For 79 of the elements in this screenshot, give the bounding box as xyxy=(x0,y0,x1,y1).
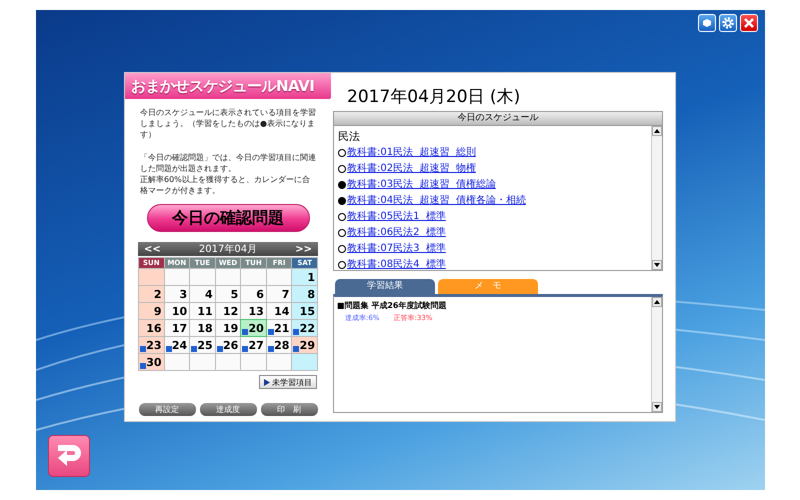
calendar-day xyxy=(164,269,190,285)
cube-icon[interactable] xyxy=(698,14,716,32)
schedule-link[interactable]: 教科書:05民法1 標準 xyxy=(347,209,446,225)
intro-text: 「今日の確認問題」では、今日の学習項目に関連した問題が出題されます。 xyxy=(140,152,316,174)
calendar-day[interactable]: 17 xyxy=(164,320,190,336)
result-title: ■問題集 平成26年度試験問題 xyxy=(337,300,448,311)
play-icon xyxy=(264,378,270,386)
calendar-day[interactable]: 20 xyxy=(241,320,266,336)
calendar-day[interactable]: 30 xyxy=(139,354,164,370)
schedule-link[interactable]: 教科書:06民法2 標準 xyxy=(347,225,446,241)
calendar-day[interactable]: 22 xyxy=(292,320,317,336)
calendar-day xyxy=(190,269,215,285)
date-heading: 2017年04月20日 (木) xyxy=(347,86,522,107)
calendar-day xyxy=(292,354,317,370)
schedule-link[interactable]: 教科書:03民法 超速習 債権総論 xyxy=(347,177,496,193)
calendar-day xyxy=(266,269,292,285)
calendar-day[interactable]: 14 xyxy=(266,303,292,319)
quiz-button[interactable]: 今日の確認問題 xyxy=(146,204,310,232)
scroll-up-button[interactable] xyxy=(652,126,662,136)
calendar-day xyxy=(190,354,215,370)
calendar-day xyxy=(241,269,266,285)
calendar-day[interactable]: 3 xyxy=(164,286,190,302)
previous-month-button[interactable]: << xyxy=(144,244,161,254)
calendar-day xyxy=(139,269,164,285)
calendar-day[interactable]: 4 xyxy=(190,286,215,302)
calendar-day xyxy=(164,354,190,370)
calendar-day[interactable]: 24 xyxy=(164,337,190,353)
schedule-header: 今日のスケジュール xyxy=(333,111,663,126)
intro-text: 正解率60%以上を獲得すると、カレンダーに合格マークが付きます。 xyxy=(140,174,311,196)
scroll-bar[interactable] xyxy=(651,297,662,412)
calendar-day[interactable]: 7 xyxy=(266,286,292,302)
calendar-day[interactable]: 5 xyxy=(216,286,240,302)
schedule-link[interactable]: 教科書:04民法 超速習 債権各論・相続 xyxy=(347,193,526,209)
calendar-day[interactable]: 26 xyxy=(216,337,240,353)
action-button[interactable]: 印 刷 xyxy=(260,403,318,416)
calendar-day[interactable]: 25 xyxy=(190,337,215,353)
scroll-down-button[interactable] xyxy=(652,402,662,412)
calendar-day[interactable]: 18 xyxy=(190,320,215,336)
scroll-up-button[interactable] xyxy=(652,297,662,307)
tab[interactable]: 学習結果 xyxy=(335,279,435,294)
return-arrow-icon xyxy=(55,443,83,469)
calendar-day[interactable]: 2 xyxy=(139,286,164,302)
calendar-day[interactable]: 11 xyxy=(190,303,215,319)
calendar-day[interactable]: 9 xyxy=(139,303,164,319)
calendar-day[interactable]: 29 xyxy=(292,337,317,353)
calendar-day xyxy=(266,354,292,370)
scroll-down-button[interactable] xyxy=(652,260,662,270)
action-button[interactable]: 達成度 xyxy=(200,403,256,416)
action-button[interactable]: 再設定 xyxy=(138,403,196,416)
calendar-day[interactable]: 8 xyxy=(292,286,317,302)
close-icon[interactable] xyxy=(740,14,758,32)
calendar-day[interactable]: 16 xyxy=(139,320,164,336)
scroll-bar[interactable] xyxy=(651,126,662,270)
schedule-link[interactable]: 教科書:08民法4 標準 xyxy=(347,257,446,273)
calendar-day[interactable]: 13 xyxy=(241,303,266,319)
calendar-day[interactable]: 15 xyxy=(292,303,317,319)
schedule-link[interactable]: 教科書:01民法 超速習 総則 xyxy=(347,145,476,161)
schedule-link[interactable]: 教科書:07民法3 標準 xyxy=(347,241,446,257)
calendar-day[interactable]: 27 xyxy=(241,337,266,353)
calendar-day[interactable]: 23 xyxy=(139,337,164,353)
calendar-day[interactable]: 12 xyxy=(216,303,240,319)
calendar-day xyxy=(216,269,240,285)
calendar-day[interactable]: 6 xyxy=(241,286,266,302)
intro-text: 今日のスケジュールに表示されている項目を学習しましょう。（学習をしたものは●表示になります） xyxy=(140,107,316,140)
calendar-day[interactable]: 19 xyxy=(216,320,240,336)
next-month-button[interactable]: >> xyxy=(295,244,312,254)
unstudied-button[interactable]: 未学習項目 xyxy=(259,375,317,389)
calendar-day[interactable]: 10 xyxy=(164,303,190,319)
schedule-link[interactable]: 教科書:02民法 超速習 物権 xyxy=(347,161,476,177)
calendar-day[interactable]: 21 xyxy=(266,320,292,336)
return-button[interactable] xyxy=(48,435,90,477)
settings-icon[interactable] xyxy=(719,14,737,32)
month-title: 2017年04月 xyxy=(198,243,258,256)
calendar-day xyxy=(216,354,240,370)
calendar-day xyxy=(241,354,266,370)
calendar-day[interactable]: 1 xyxy=(292,269,317,285)
subject-label: 民法 xyxy=(338,129,361,145)
app-title: おまかせスケジュールNAVI xyxy=(125,73,331,99)
calendar-day[interactable]: 28 xyxy=(266,337,292,353)
